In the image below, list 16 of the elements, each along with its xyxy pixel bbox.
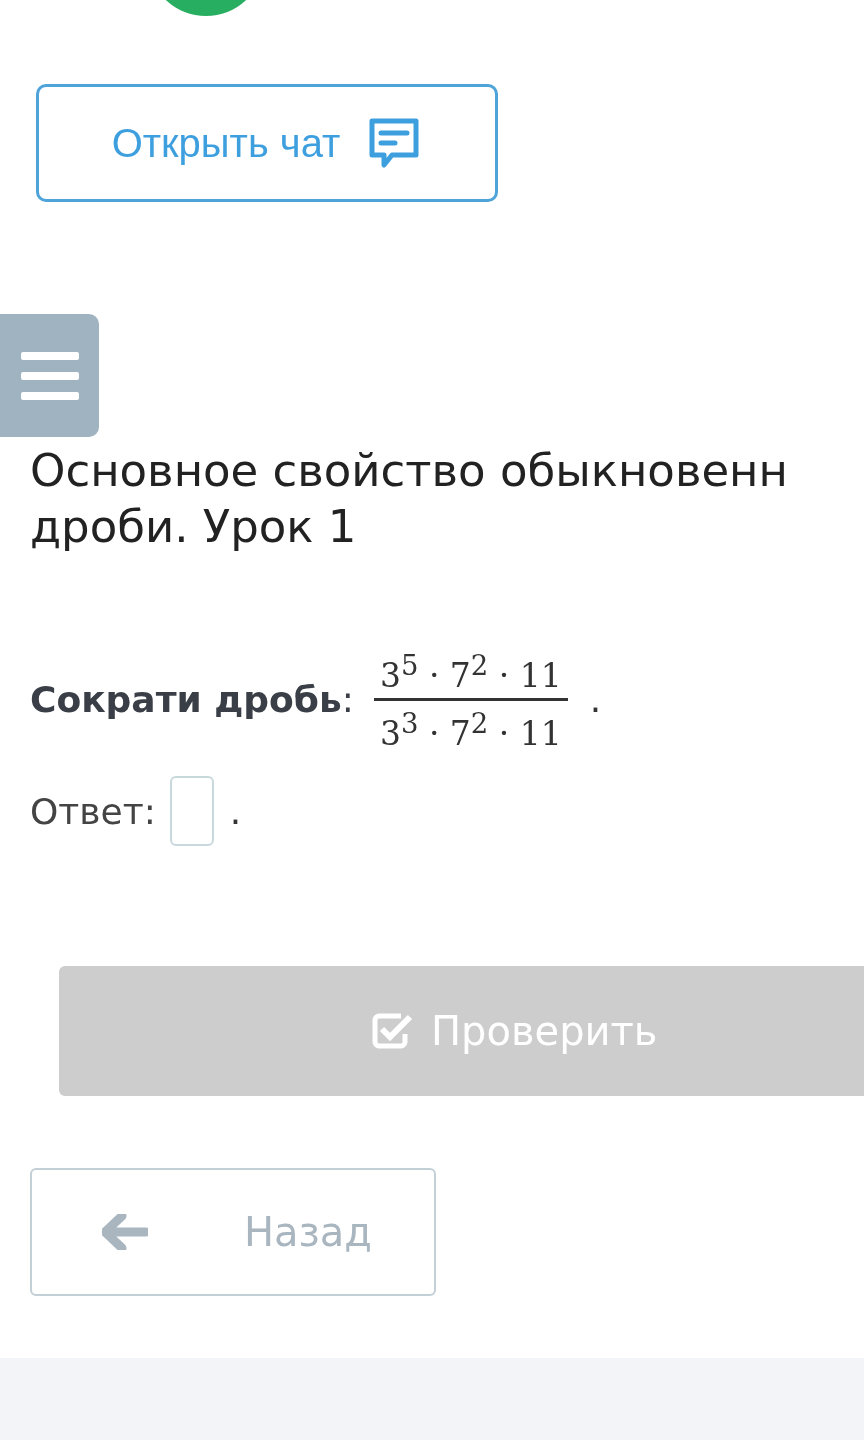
lesson-title: Основное свойство обыкновенн [30, 443, 788, 499]
lesson-title: дроби. Урок 1 [30, 499, 357, 555]
colon-text: : [341, 679, 354, 720]
answer-label: Ответ: [30, 790, 156, 832]
open-chat-button[interactable]: Открыть чат [36, 84, 498, 202]
left-arrow-icon [102, 1214, 148, 1250]
period-text: . [229, 790, 242, 832]
menu-button[interactable] [0, 314, 99, 437]
fraction-denominator: 3$^{3}$ · 7$^{2}$ · 11 [378, 706, 563, 755]
fraction-numerator: 3$^{5}$ · 7$^{2}$ · 11 [378, 648, 563, 697]
checkbox-icon [371, 1012, 413, 1050]
period-text: . [589, 679, 602, 720]
menu-icon [20, 351, 79, 400]
back-button[interactable]: Назад [30, 1168, 436, 1296]
answer-field[interactable] [169, 776, 214, 846]
task-prompt: Сократи дробь [30, 679, 342, 720]
